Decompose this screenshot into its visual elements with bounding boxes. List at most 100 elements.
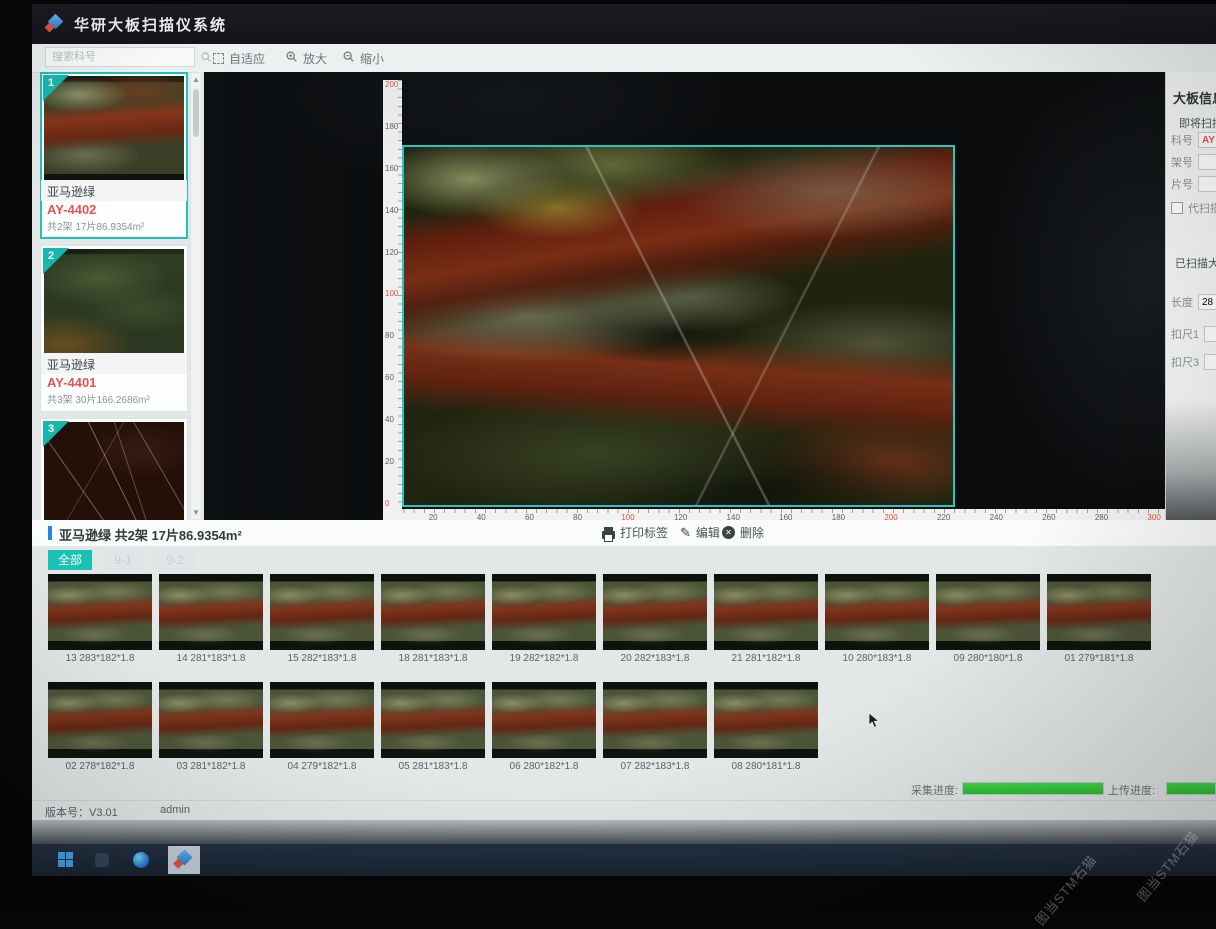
- ruler-tick: 180: [832, 513, 845, 520]
- search-box[interactable]: [45, 47, 195, 67]
- grid-slab-cell[interactable]: 07 282*183*1.8: [603, 682, 707, 772]
- slab-card[interactable]: 1 亚马逊绿 AY-4402 共2架 17片86.9354m²: [40, 72, 188, 239]
- scroll-down-icon[interactable]: ▼: [191, 508, 201, 517]
- grid-slab-image[interactable]: [381, 574, 485, 650]
- grid-slab-image[interactable]: [159, 574, 263, 650]
- edit-button[interactable]: ✎ 编辑: [680, 524, 720, 541]
- grid-slab-cell[interactable]: 10 280*183*1.8: [825, 574, 929, 664]
- app-logo-icon: [174, 850, 195, 871]
- grid-slab-label: 15 282*183*1.8: [270, 653, 374, 664]
- active-app-taskbar-button[interactable]: [168, 846, 200, 874]
- grid-slab-image[interactable]: [714, 682, 818, 758]
- delete-icon: ✕: [722, 526, 735, 539]
- grid-slab-image[interactable]: [603, 574, 707, 650]
- deduct3-input[interactable]: [1204, 354, 1216, 370]
- taskbar-app-icon[interactable]: [95, 853, 109, 867]
- grid-slab-cell[interactable]: 03 281*182*1.8: [159, 682, 263, 772]
- slab-index-badge: [43, 421, 69, 447]
- grid-slab-image[interactable]: [825, 574, 929, 650]
- grid-slab-image[interactable]: [1047, 574, 1151, 650]
- grid-slab-cell[interactable]: 01 279*181*1.8: [1047, 574, 1151, 664]
- grid-slab-image[interactable]: [492, 574, 596, 650]
- grid-slab-cell[interactable]: 02 278*182*1.8: [48, 682, 152, 772]
- windows-start-button[interactable]: [58, 852, 73, 867]
- delete-button[interactable]: ✕ 删除: [722, 524, 764, 541]
- accent-bar: [48, 526, 52, 540]
- slabno-label: 片号: [1171, 176, 1193, 192]
- zoom-out-icon: [342, 50, 355, 66]
- upload-progress-label: 上传进度:: [1108, 782, 1164, 798]
- grid-slab-cell[interactable]: 19 282*182*1.8: [492, 574, 596, 664]
- rack-tab[interactable]: 9-1: [102, 550, 144, 570]
- search-input[interactable]: [46, 51, 200, 63]
- version-value: V3.01: [89, 807, 118, 819]
- scan-viewer[interactable]: 200180160140120100806040200 020406080100…: [204, 72, 1165, 520]
- slabno-input[interactable]: [1198, 176, 1216, 192]
- slab-grid-row-1: 13 283*182*1.8 14 281*183*1.8 15 282*183…: [48, 574, 1158, 664]
- rack-input[interactable]: [1198, 154, 1216, 170]
- grid-slab-label: 18 281*183*1.8: [381, 653, 485, 664]
- keno-input[interactable]: AY: [1198, 132, 1216, 148]
- grid-slab-cell[interactable]: 18 281*183*1.8: [381, 574, 485, 664]
- rack-tab[interactable]: 全部: [48, 550, 92, 570]
- print-label-button[interactable]: 打印标签: [602, 524, 668, 541]
- ruler-tick: 280: [1095, 513, 1108, 520]
- grid-slab-cell[interactable]: 21 281*182*1.8: [714, 574, 818, 664]
- grid-slab-cell[interactable]: 09 280*180*1.8: [936, 574, 1040, 664]
- vertical-ruler: 200180160140120100806040200: [383, 80, 402, 509]
- length-input[interactable]: 28: [1198, 294, 1216, 310]
- scanned-slab-image[interactable]: [402, 145, 955, 507]
- toolbar: 自适应 放大 缩小: [32, 44, 1216, 73]
- scrollbar-thumb[interactable]: [193, 89, 199, 137]
- ruler-tick: 200: [385, 81, 402, 89]
- taskbar: [32, 844, 1216, 876]
- grid-slab-image[interactable]: [714, 574, 818, 650]
- grid-slab-image[interactable]: [48, 682, 152, 758]
- grid-slab-label: 10 280*183*1.8: [825, 653, 929, 664]
- grid-slab-cell[interactable]: 15 282*183*1.8: [270, 574, 374, 664]
- panel-title: 大板信息: [1173, 88, 1216, 107]
- title-bar: 华研大板扫描仪系统: [32, 4, 1216, 44]
- grid-slab-cell[interactable]: 05 281*183*1.8: [381, 682, 485, 772]
- sidebar-scrollbar[interactable]: ▲ ▼: [190, 72, 202, 520]
- grid-slab-label: 07 282*183*1.8: [603, 761, 707, 772]
- slab-name: 亚马逊绿: [41, 353, 187, 374]
- grid-slab-cell[interactable]: 14 281*183*1.8: [159, 574, 263, 664]
- grid-slab-image[interactable]: [603, 682, 707, 758]
- grid-slab-image[interactable]: [936, 574, 1040, 650]
- rack-tab[interactable]: 9-2: [154, 550, 196, 570]
- proxy-scan-checkbox[interactable]: [1171, 202, 1183, 214]
- grid-slab-cell[interactable]: 20 282*183*1.8: [603, 574, 707, 664]
- zoom-out-button[interactable]: 缩小: [342, 48, 384, 68]
- browser-icon[interactable]: [133, 852, 149, 868]
- ruler-tick: 60: [385, 374, 402, 382]
- grid-slab-cell[interactable]: 06 280*182*1.8: [492, 682, 596, 772]
- grid-slab-image[interactable]: [270, 574, 374, 650]
- zoom-in-button[interactable]: 放大: [285, 48, 327, 68]
- horizontal-ruler: 0204060801001201401601802002202402602803…: [383, 509, 1165, 520]
- slab-card[interactable]: 2 亚马逊绿 AY-4401 共3架 30片166.2686m²: [40, 245, 188, 412]
- grid-slab-cell[interactable]: 04 279*182*1.8: [270, 682, 374, 772]
- grid-slab-image[interactable]: [381, 682, 485, 758]
- fit-button[interactable]: 自适应: [213, 48, 265, 68]
- grid-slab-label: 20 282*183*1.8: [603, 653, 707, 664]
- slab-list: 1 亚马逊绿 AY-4402 共2架 17片86.9354m² 2 亚马逊绿 A…: [40, 72, 188, 520]
- slab-index-number: 2: [48, 250, 54, 262]
- grid-slab-label: 13 283*182*1.8: [48, 653, 152, 664]
- grid-slab-cell[interactable]: 08 280*181*1.8: [714, 682, 818, 772]
- ruler-tick: 160: [779, 513, 792, 520]
- scroll-up-icon[interactable]: ▲: [191, 75, 201, 84]
- grid-slab-image[interactable]: [159, 682, 263, 758]
- grid-slab-image[interactable]: [48, 574, 152, 650]
- ruler-tick: 20: [429, 513, 438, 520]
- grid-slab-label: 08 280*181*1.8: [714, 761, 818, 772]
- slab-card[interactable]: 3 伯爵红 XHF-300 共2架 4片14.3114m²: [40, 418, 188, 520]
- status-bar: 版本号：V3.01 admin: [32, 800, 1216, 821]
- grid-slab-image[interactable]: [492, 682, 596, 758]
- grid-slab-label: 21 281*182*1.8: [714, 653, 818, 664]
- deduct1-input[interactable]: [1204, 326, 1216, 342]
- grid-slab-cell[interactable]: 13 283*182*1.8: [48, 574, 152, 664]
- delete-text: 删除: [740, 524, 764, 541]
- ruler-tick: 260: [1042, 513, 1055, 520]
- grid-slab-image[interactable]: [270, 682, 374, 758]
